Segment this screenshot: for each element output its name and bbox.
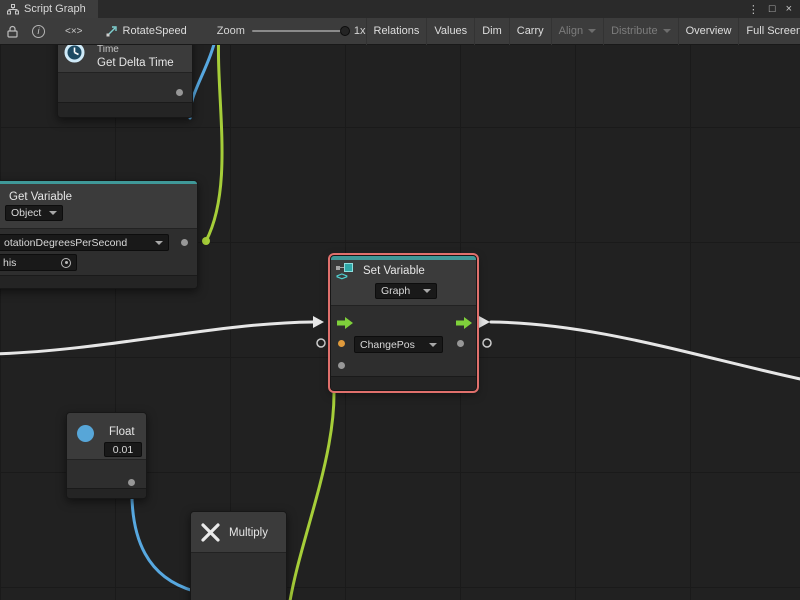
port-ring-right[interactable] [483, 339, 491, 347]
graph-toolbar: i <×> RotateSpeed Zoom 1x Relations Valu… [0, 18, 800, 45]
script-graph-icon [7, 4, 19, 15]
tab-script-graph[interactable]: Script Graph [0, 0, 98, 18]
caret-down-icon [588, 29, 596, 33]
caret-down-icon [423, 289, 431, 293]
unity-editor-window: Script Graph ⋮ □ × i <×> [0, 0, 800, 600]
green-connection-dot[interactable] [202, 237, 210, 245]
value-out-port[interactable] [176, 89, 183, 96]
node-footer [67, 488, 146, 499]
wire-blue-float[interactable] [132, 483, 194, 591]
value-out-port[interactable] [128, 479, 135, 486]
graph-asset-icon [106, 25, 118, 37]
node-title: Float [109, 426, 135, 438]
info-icon[interactable]: i [25, 18, 52, 45]
control-out-arrow-icon[interactable] [456, 317, 472, 329]
tab-title: Script Graph [24, 3, 86, 15]
float-icon [77, 425, 94, 442]
name-in-port[interactable] [338, 340, 345, 347]
maximize-icon[interactable]: □ [769, 3, 776, 15]
control-in-arrow-icon[interactable] [337, 317, 353, 329]
value-out-port[interactable] [457, 340, 464, 347]
flow-arrowhead-out[interactable] [479, 316, 490, 328]
carry-button[interactable]: Carry [509, 18, 551, 45]
wire-white-control-in[interactable] [0, 322, 313, 354]
menu-icon[interactable]: ⋮ [748, 3, 759, 16]
tab-bar-spacer [98, 0, 748, 18]
node-footer [331, 376, 476, 391]
code-icon[interactable]: <×> [58, 18, 90, 45]
lock-icon[interactable] [0, 18, 25, 45]
node-title: Multiply [229, 527, 268, 539]
graph-reference[interactable]: RotateSpeed [106, 25, 187, 37]
node-title: Get Variable [9, 191, 72, 203]
zoom-value: 1x [354, 25, 366, 37]
zoom-slider[interactable] [252, 24, 347, 38]
node-get-delta-time[interactable]: Time Get Delta Time [57, 45, 193, 118]
node-set-variable[interactable]: <> Set Variable Graph ChangePos [330, 255, 477, 391]
distribute-button: Distribute [603, 18, 677, 45]
graph-name: RotateSpeed [123, 25, 187, 37]
variable-select-dropdown[interactable]: ChangePos [354, 336, 443, 353]
node-title: Set Variable [363, 265, 425, 277]
float-value-input[interactable]: 0.01 [104, 442, 142, 457]
zoom-label: Zoom [217, 25, 245, 37]
node-footer [0, 275, 197, 289]
caret-down-icon [49, 211, 57, 215]
zoom-slider-handle[interactable] [340, 26, 350, 36]
wire-white-control-out[interactable] [491, 322, 800, 380]
align-button: Align [551, 18, 603, 45]
flow-arrowhead-in[interactable] [313, 316, 324, 328]
variable-name-dropdown[interactable]: otationDegreesPerSecond [0, 234, 169, 251]
port-ring-left[interactable] [317, 339, 325, 347]
value-in-port[interactable] [338, 362, 345, 369]
wire-blue-time[interactable] [190, 45, 218, 118]
wire-green-variable[interactable] [206, 45, 222, 241]
variable-kind-dropdown[interactable]: Graph [375, 283, 437, 299]
close-icon[interactable]: × [786, 3, 792, 15]
node-multiply[interactable]: Multiply A A × B B [190, 511, 287, 600]
caret-down-icon [663, 29, 671, 33]
multiply-icon [199, 521, 222, 544]
code-brackets-icon: <> [336, 271, 347, 283]
relations-button[interactable]: Relations [366, 18, 427, 45]
wire-green-multiply[interactable] [289, 366, 334, 600]
overview-button[interactable]: Overview [678, 18, 739, 45]
node-footer [58, 102, 192, 118]
node-subtitle: Time [97, 45, 119, 55]
tab-bar: Script Graph ⋮ □ × [0, 0, 800, 18]
graph-canvas[interactable]: Time Get Delta Time Get Variable Object … [0, 45, 800, 600]
caret-down-icon [155, 241, 163, 245]
value-out-port[interactable] [181, 239, 188, 246]
node-title: Get Delta Time [97, 57, 174, 69]
values-button[interactable]: Values [426, 18, 474, 45]
object-target-field[interactable]: his [0, 254, 77, 271]
caret-down-icon [429, 343, 437, 347]
dim-button[interactable]: Dim [474, 18, 509, 45]
node-body [191, 553, 286, 600]
zoom-slider-track[interactable] [252, 30, 347, 32]
node-float[interactable]: Float 0.01 [66, 412, 147, 499]
fullscreen-button[interactable]: Full Screen [738, 18, 800, 45]
variable-kind-dropdown[interactable]: Object [5, 205, 63, 221]
node-body [58, 73, 192, 102]
node-get-variable[interactable]: Get Variable Object otationDegreesPerSec… [0, 180, 198, 289]
clock-icon [63, 45, 86, 64]
object-picker-icon[interactable] [61, 258, 71, 268]
